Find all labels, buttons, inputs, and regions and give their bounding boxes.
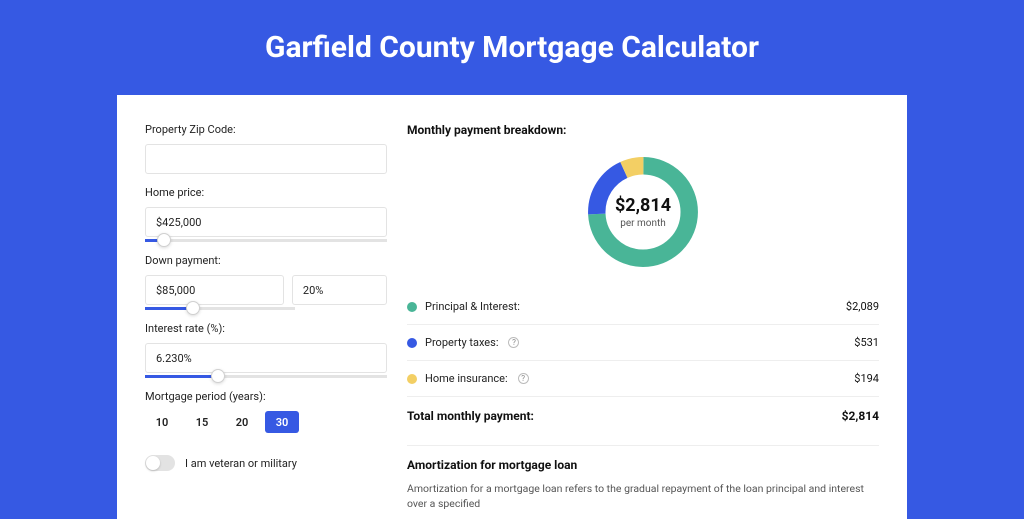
legend-value: $194: [854, 372, 879, 385]
legend-label: Principal & Interest:: [425, 300, 520, 313]
amortization-text: Amortization for a mortgage loan refers …: [407, 482, 879, 511]
period-20-button[interactable]: 20: [225, 411, 259, 433]
toggle-knob: [146, 456, 160, 470]
amortization-section: Amortization for mortgage loan Amortizat…: [407, 445, 879, 511]
legend-dot-icon: [407, 302, 417, 312]
veteran-toggle[interactable]: [145, 455, 175, 471]
inputs-panel: Property Zip Code: Home price: Down paym…: [145, 123, 387, 511]
legend-dot-icon: [407, 374, 417, 384]
home-price-slider[interactable]: [145, 239, 387, 242]
info-icon[interactable]: ?: [518, 373, 529, 384]
payment-donut-chart: $2,814 per month: [582, 151, 704, 273]
legend-value: $2,089: [846, 300, 879, 313]
legend-row-principal: Principal & Interest: $2,089: [407, 291, 879, 322]
down-payment-slider[interactable]: [145, 307, 295, 310]
down-payment-label: Down payment:: [145, 254, 387, 267]
total-row: Total monthly payment: $2,814: [407, 399, 879, 437]
page-title: Garfield County Mortgage Calculator: [0, 0, 1024, 95]
interest-rate-input[interactable]: [145, 343, 387, 373]
info-icon[interactable]: ?: [508, 337, 519, 348]
home-price-label: Home price:: [145, 186, 387, 199]
period-buttons: 10 15 20 30: [145, 411, 387, 433]
legend-value: $531: [854, 336, 879, 349]
legend-label: Home insurance:: [425, 372, 508, 385]
legend-label: Property taxes:: [425, 336, 498, 349]
interest-rate-label: Interest rate (%):: [145, 322, 387, 335]
donut-sub-label: per month: [620, 218, 666, 229]
slider-thumb[interactable]: [211, 369, 225, 383]
total-label: Total monthly payment:: [407, 409, 534, 423]
zip-input[interactable]: [145, 144, 387, 174]
veteran-label: I am veteran or military: [185, 457, 297, 470]
legend-row-taxes: Property taxes: ? $531: [407, 327, 879, 358]
period-label: Mortgage period (years):: [145, 390, 387, 403]
legend-dot-icon: [407, 338, 417, 348]
interest-rate-slider[interactable]: [145, 375, 387, 378]
zip-label: Property Zip Code:: [145, 123, 387, 136]
amortization-title: Amortization for mortgage loan: [407, 458, 879, 472]
home-price-input[interactable]: [145, 207, 387, 237]
legend-row-insurance: Home insurance: ? $194: [407, 363, 879, 394]
down-payment-input[interactable]: [145, 275, 284, 305]
slider-thumb[interactable]: [186, 301, 200, 315]
slider-thumb[interactable]: [157, 233, 171, 247]
calculator-card: Property Zip Code: Home price: Down paym…: [117, 95, 907, 519]
down-payment-pct-input[interactable]: [292, 275, 387, 305]
total-value: $2,814: [842, 409, 879, 423]
donut-total-value: $2,814: [615, 195, 671, 216]
breakdown-panel: Monthly payment breakdown: $2,814 per mo…: [407, 123, 879, 511]
period-15-button[interactable]: 15: [185, 411, 219, 433]
period-10-button[interactable]: 10: [145, 411, 179, 433]
breakdown-title: Monthly payment breakdown:: [407, 123, 879, 137]
period-30-button[interactable]: 30: [265, 411, 299, 433]
